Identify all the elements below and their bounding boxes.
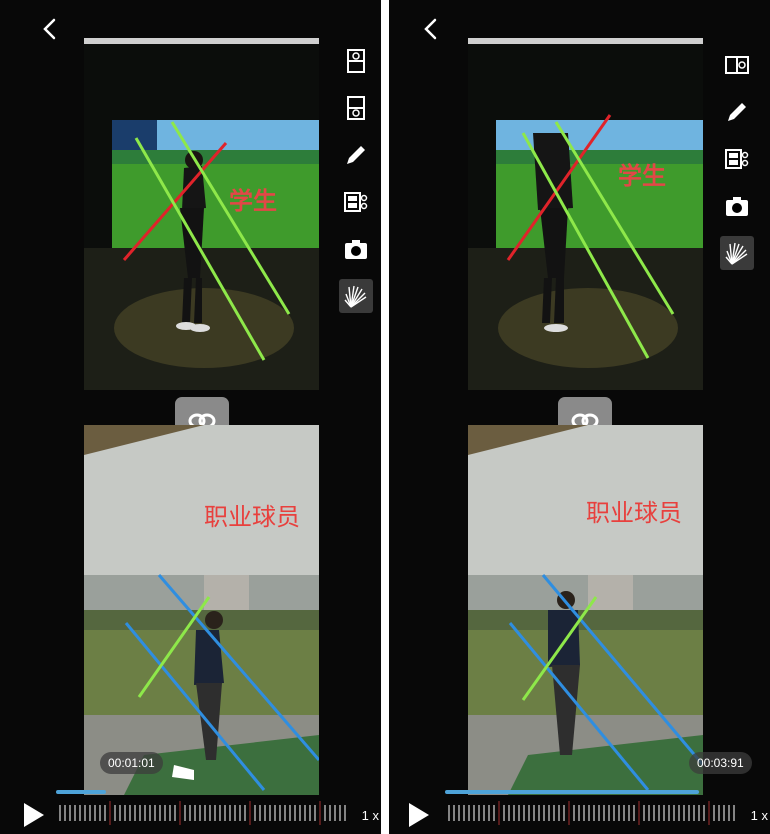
back-icon[interactable]: [417, 14, 447, 44]
progress-bar[interactable]: [445, 790, 699, 794]
playback-controls: 1 x: [389, 800, 770, 830]
play-icon[interactable]: [407, 803, 431, 827]
left-panel: 学生 职业球员 00:01:01 1 x: [0, 0, 381, 834]
panel-gap: [381, 0, 389, 834]
pen-icon[interactable]: [720, 95, 754, 129]
split-horizontal-icon[interactable]: [339, 91, 373, 125]
film-cut-icon[interactable]: [720, 142, 754, 176]
play-icon[interactable]: [22, 803, 46, 827]
split-side-icon[interactable]: [720, 48, 754, 82]
camera-icon[interactable]: [339, 232, 373, 266]
progress-bar[interactable]: [56, 790, 107, 794]
speed-selector[interactable]: 1 x: [362, 808, 379, 823]
pro-label: 职业球员: [204, 504, 300, 531]
right-panel: 学生 职业球员 00:03:91 1 x: [389, 0, 770, 834]
timecode: 00:01:01: [100, 752, 163, 774]
tool-rail: [339, 44, 373, 326]
speed-selector[interactable]: 1 x: [751, 808, 768, 823]
pen-icon[interactable]: [339, 138, 373, 172]
back-icon[interactable]: [36, 14, 66, 44]
camera-icon[interactable]: [720, 189, 754, 223]
swing-trace-icon[interactable]: [720, 236, 754, 270]
pro-video[interactable]: 职业球员: [468, 425, 703, 795]
film-cut-icon[interactable]: [339, 185, 373, 219]
student-label: 学生: [618, 163, 666, 190]
student-video[interactable]: 学生: [468, 38, 703, 390]
student-label: 学生: [229, 188, 277, 215]
frame-timeline[interactable]: [56, 800, 351, 826]
frame-timeline[interactable]: [445, 800, 740, 826]
swing-trace-icon[interactable]: [339, 279, 373, 313]
tool-rail: [720, 48, 754, 283]
pro-video[interactable]: 职业球员: [84, 425, 319, 795]
pro-label: 职业球员: [586, 500, 682, 527]
student-video[interactable]: 学生: [84, 38, 319, 390]
split-vertical-icon[interactable]: [339, 44, 373, 78]
playback-controls: 1 x: [0, 800, 381, 830]
timecode: 00:03:91: [689, 752, 752, 774]
